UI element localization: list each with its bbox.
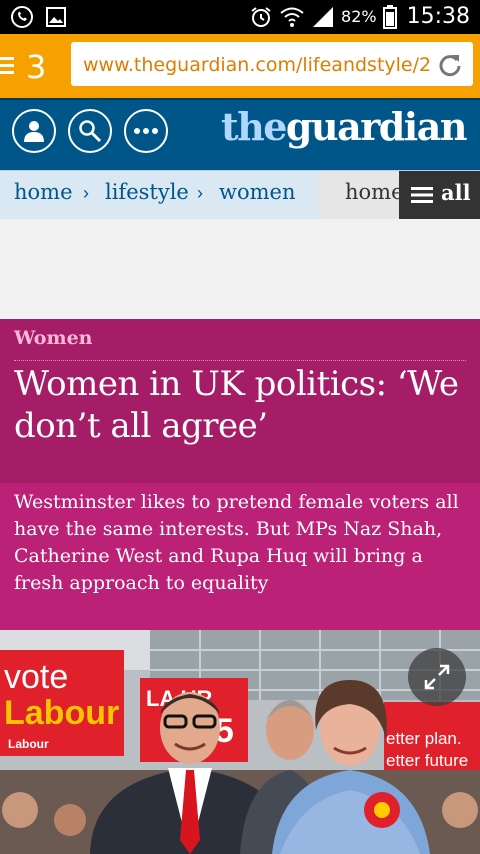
battery-percent: 82% bbox=[341, 7, 377, 26]
site-header: theguardian bbox=[0, 98, 480, 172]
logo-the: the bbox=[221, 104, 287, 149]
status-bar: 82% 15:38 bbox=[0, 0, 480, 34]
standfirst-text: Westminster likes to pretend female vote… bbox=[14, 491, 459, 594]
nav-home-link[interactable]: home bbox=[318, 171, 404, 219]
sign-labour-small: Labour bbox=[8, 737, 49, 751]
clock-time: 15:38 bbox=[406, 4, 470, 29]
all-sections-button[interactable]: all bbox=[399, 171, 480, 219]
article-header: Women Women in UK politics: ‘We don’t al… bbox=[0, 319, 480, 483]
address-bar[interactable]: www.theguardian.com/lifeandstyle/20' bbox=[71, 42, 473, 86]
breadcrumb-women[interactable]: women bbox=[219, 180, 295, 204]
url-text[interactable]: www.theguardian.com/lifeandstyle/20' bbox=[83, 54, 431, 76]
article-title: Women in UK politics: ‘We don’t all agre… bbox=[14, 364, 459, 446]
gallery-icon bbox=[46, 7, 66, 27]
wifi-icon bbox=[280, 7, 304, 27]
divider bbox=[14, 360, 466, 361]
breadcrumb-home[interactable]: home bbox=[14, 180, 73, 204]
nav-home-label: home bbox=[345, 180, 404, 204]
section-label[interactable]: Women bbox=[14, 327, 92, 349]
battery-icon bbox=[382, 4, 397, 29]
guardian-logo[interactable]: theguardian bbox=[221, 104, 468, 149]
article-standfirst: Westminster likes to pretend female vote… bbox=[0, 483, 480, 630]
profile-button[interactable] bbox=[12, 109, 56, 153]
logo-guardian: guardian bbox=[285, 104, 468, 149]
alarm-icon bbox=[251, 6, 271, 27]
breadcrumb-lifestyle[interactable]: lifestyle bbox=[105, 180, 189, 204]
reload-icon[interactable] bbox=[437, 51, 463, 77]
signal-icon bbox=[313, 6, 334, 27]
expand-image-button[interactable] bbox=[408, 648, 466, 706]
search-icon bbox=[79, 120, 102, 143]
more-button[interactable] bbox=[124, 109, 168, 153]
whatsapp-icon bbox=[11, 6, 33, 28]
sign-vote: vote bbox=[4, 658, 68, 696]
article-photo[interactable]: vote Labour Labour LA UR 15 etter plan. … bbox=[0, 630, 480, 854]
browser-toolbar: 3 www.theguardian.com/lifeandstyle/20' bbox=[0, 34, 480, 98]
search-button[interactable] bbox=[68, 109, 112, 153]
sign-right-line2: etter future bbox=[386, 751, 468, 770]
breadcrumb-chevron-icon: › bbox=[83, 183, 89, 203]
more-icon bbox=[134, 128, 158, 134]
sign-labour: Labour bbox=[4, 694, 119, 732]
all-sections-label: all bbox=[441, 180, 471, 205]
tab-count-button[interactable]: 3 bbox=[26, 48, 46, 86]
breadcrumb: home › lifestyle › women home all bbox=[0, 170, 480, 220]
photo-scene: vote Labour Labour LA UR 15 etter plan. … bbox=[0, 630, 480, 854]
breadcrumb-chevron-icon: › bbox=[197, 183, 203, 203]
ad-placeholder bbox=[0, 219, 480, 319]
menu-icon[interactable] bbox=[0, 56, 14, 74]
sign-right-line1: etter plan. bbox=[386, 729, 462, 748]
hamburger-icon bbox=[411, 187, 433, 203]
profile-icon bbox=[24, 121, 44, 142]
expand-icon bbox=[424, 664, 450, 690]
